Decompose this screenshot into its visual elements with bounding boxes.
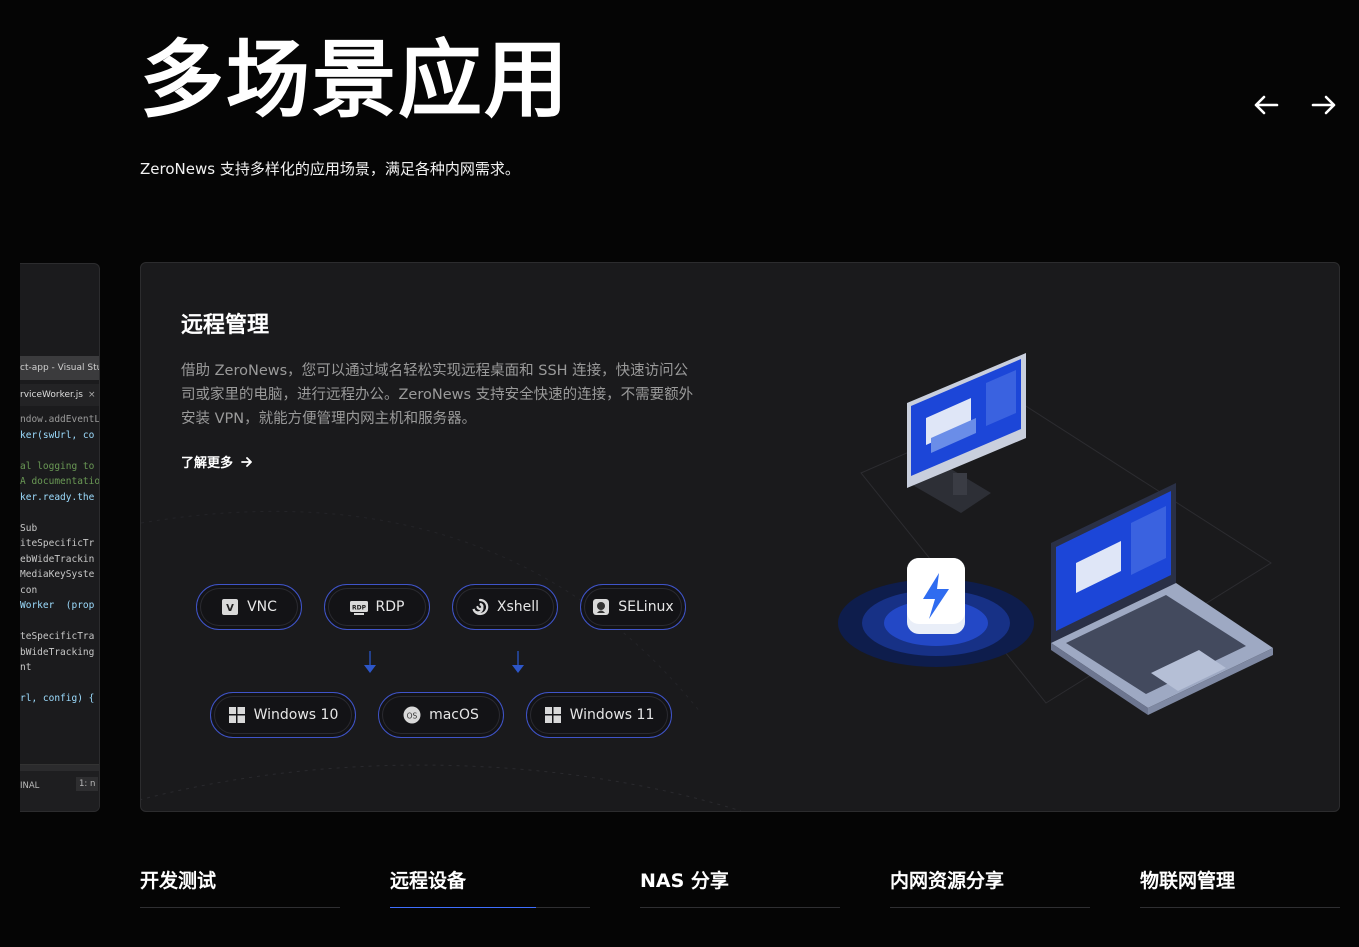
code-line: Sub [20,522,38,534]
chip-label: VNC [247,599,277,615]
code-line: ker.ready.the [20,491,95,503]
terminal-tab: 1: n [76,777,99,791]
code-line: al logging to [20,460,95,472]
svg-text:OS: OS [407,712,418,721]
chip-windows-11[interactable]: Windows 11 [526,692,672,738]
tab-iot-management[interactable]: 物联网管理 [1140,866,1340,908]
close-icon: × [88,390,96,400]
terminal-label: INAL [20,781,40,791]
code-line: A documentatio [20,476,99,487]
svg-text:V: V [226,603,234,614]
windows-icon [544,706,562,724]
previous-slide-card[interactable]: ct-app - Visual Stud rviceWorker.js × nd… [20,263,100,812]
chip-label: Windows 11 [569,707,655,723]
tab-label: 物联网管理 [1140,870,1236,892]
vnc-icon: V [221,598,239,616]
active-tab-indicator [390,907,536,908]
selinux-icon [592,598,610,616]
macos-icon: OS [403,706,421,724]
chip-vnc[interactable]: V VNC [196,584,302,630]
scenario-card: 远程管理 借助 ZeroNews，您可以通过域名轻松实现远程桌面和 SSH 连接… [140,262,1340,812]
chip-macos[interactable]: OS macOS [378,692,504,738]
chip-label: Windows 10 [253,707,339,723]
arrow-right-icon [1311,95,1336,115]
rdp-icon: RDP [349,598,368,616]
carousel-prev-button[interactable] [1248,88,1284,122]
code-line: ker(swUrl, co [20,429,95,441]
page-title: 多场景应用 [140,31,571,129]
tab-dev-testing[interactable]: 开发测试 [140,866,340,908]
code-line: rl, config) { [20,693,95,704]
code-line: ebWideTrackin [20,553,95,565]
code-line: bWideTracking [20,646,95,658]
carousel-next-button[interactable] [1306,88,1342,122]
tab-remote-devices[interactable]: 远程设备 [390,866,590,908]
code-line: teSpecificTra [20,631,95,642]
code-line: con [20,584,38,596]
tab-label: 远程设备 [390,870,467,892]
chip-label: macOS [429,707,479,723]
code-line: Worker (prop [20,600,95,611]
code-line: iteSpecificTr [20,538,95,549]
page-subtitle: ZeroNews 支持多样化的应用场景，满足各种内网需求。 [140,160,520,178]
card-description: 借助 ZeroNews，您可以通过域名轻松实现远程桌面和 SSH 连接，快速访问… [181,363,694,427]
arrow-right-icon [241,456,252,467]
editor-file-tab: rviceWorker.js × [20,384,99,406]
editor-file-name: rviceWorker.js [20,390,83,400]
learn-more-label: 了解更多 [181,456,234,471]
down-arrow-icon [512,651,524,673]
chip-label: Xshell [496,599,540,615]
code-line: ndow.addEventLis [20,414,99,425]
learn-more-link[interactable]: 了解更多 [181,452,253,471]
tab-label: 开发测试 [140,870,217,892]
chip-label: SELinux [618,599,674,615]
editor-title-bar: ct-app - Visual Stud [20,356,99,380]
svg-text:RDP: RDP [352,605,367,612]
chip-windows-10[interactable]: Windows 10 [210,692,356,738]
tab-label: 内网资源分享 [890,870,1005,892]
tab-intranet-resource-sharing[interactable]: 内网资源分享 [890,866,1090,908]
chip-rdp[interactable]: RDP RDP [324,584,430,630]
down-arrow-icon [364,651,376,673]
code-line: nt [20,662,32,673]
xshell-icon [471,598,489,616]
remote-desktop-illustration [838,353,1273,715]
code-line: MediaKeySyste [20,569,95,580]
tab-nas-sharing[interactable]: NAS 分享 [640,866,840,908]
tab-label: NAS 分享 [640,870,729,892]
windows-icon [228,706,246,724]
card-title: 远程管理 [181,313,270,338]
terminal-panel: INAL 1: n [20,764,99,811]
chip-label: RDP [375,599,405,615]
code-editor: ndow.addEventLis ker(swUrl, co al logging … [20,412,99,707]
chip-selinux[interactable]: SELinux [580,584,686,630]
arrow-left-icon [1254,95,1279,115]
chip-xshell[interactable]: Xshell [452,584,558,630]
